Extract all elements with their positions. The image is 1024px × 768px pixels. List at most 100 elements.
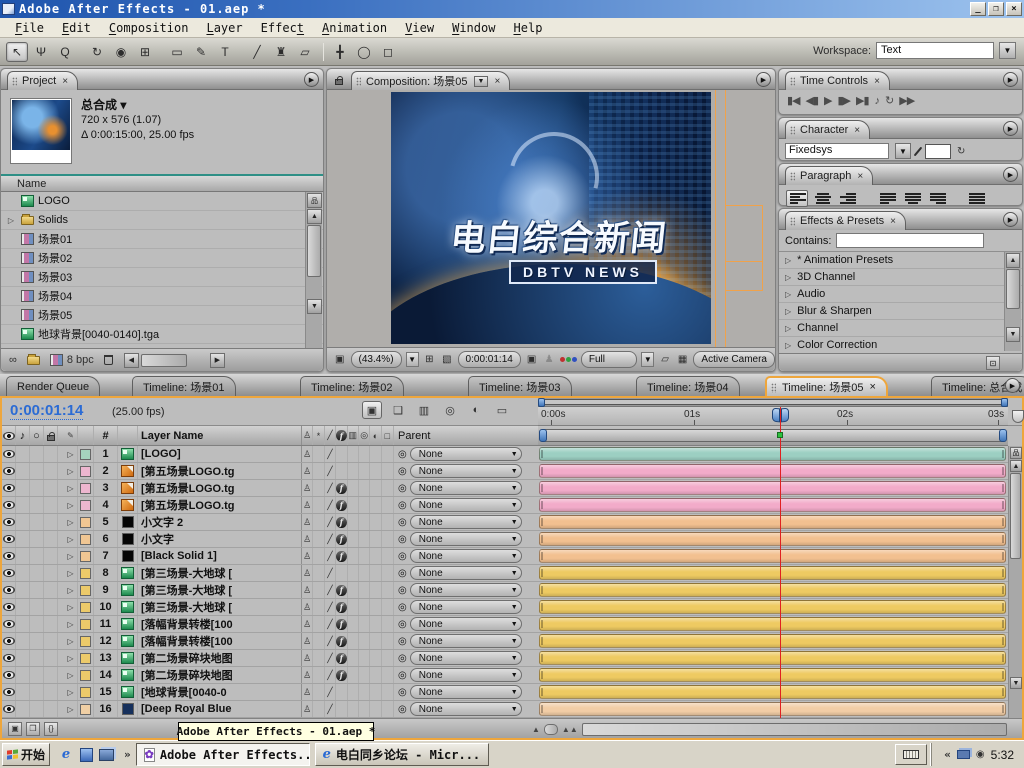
align-left-button[interactable] [786, 190, 808, 207]
layer-duration-bar[interactable] [539, 634, 1006, 648]
current-time-indicator[interactable] [772, 408, 789, 424]
video-toggle-icon[interactable] [2, 650, 16, 666]
expand-triangle-icon[interactable]: ▷ [64, 633, 78, 649]
layer-name-column-header[interactable]: Layer Name [138, 426, 302, 445]
expand-triangle-icon[interactable]: ▷ [64, 684, 78, 700]
layer-label-swatch[interactable] [78, 633, 94, 649]
quicklaunch-mail-icon[interactable] [80, 748, 93, 762]
expand-triangle-icon[interactable]: ▷ [64, 582, 78, 598]
zoom-slider[interactable] [544, 724, 558, 735]
expand-triangle-icon[interactable]: ▷ [64, 531, 78, 547]
justify-last-right-button[interactable] [928, 190, 950, 207]
layer-label-swatch[interactable] [78, 684, 94, 700]
lock-toggle[interactable] [44, 446, 58, 462]
view-dropdown[interactable]: Active Camera [693, 351, 775, 368]
solo-toggle[interactable] [30, 548, 44, 564]
audio-button[interactable]: ♪ [875, 95, 880, 107]
expand-triangle-icon[interactable]: ▷ [64, 480, 78, 496]
lock-toggle[interactable] [44, 667, 58, 683]
zoom-out-icon[interactable]: ▲ [532, 725, 540, 734]
magnification-dropdown[interactable]: (43.4%) [351, 351, 402, 368]
language-bar[interactable] [895, 744, 927, 765]
parent-dropdown[interactable]: None▼ [410, 702, 522, 716]
layer-switches[interactable]: ♙╱ [302, 701, 394, 717]
quality-toggle[interactable]: ╱ [325, 463, 336, 479]
menu-item-help[interactable]: Help [504, 19, 551, 37]
font-dropdown-icon[interactable]: ▼ [895, 143, 911, 159]
expand-triangle-icon[interactable]: ▷ [64, 616, 78, 632]
audio-toggle[interactable] [16, 463, 30, 479]
layer-name[interactable]: 小文字 2 [138, 514, 302, 530]
expand-triangle-icon[interactable]: ▷ [64, 497, 78, 513]
pickwhip-icon[interactable]: ◎ [398, 483, 407, 494]
audio-toggle[interactable] [16, 599, 30, 615]
selection-tool[interactable]: ↖ [6, 42, 28, 62]
layer-name[interactable]: [落幅背景转楼[100 [138, 616, 302, 632]
expand-layer-switches-icon[interactable]: ▣ [8, 722, 22, 736]
pickwhip-icon[interactable]: ◎ [398, 602, 407, 613]
solo-column-icon[interactable]: ○ [30, 426, 44, 445]
expand-triangle-icon[interactable]: ▷ [64, 599, 78, 615]
close-icon[interactable]: × [494, 76, 500, 87]
project-tab[interactable]: Project× [7, 71, 78, 90]
layer-switches[interactable]: ♙╱f [302, 599, 394, 615]
quality-toggle[interactable]: ╱ [325, 497, 336, 513]
layer-row[interactable]: ▷2[第五场景LOGO.tg♙╱◎None▼ [2, 463, 538, 480]
lock-toggle[interactable] [44, 701, 58, 717]
solo-toggle[interactable] [30, 480, 44, 496]
parent-dropdown[interactable]: None▼ [410, 600, 522, 614]
track-xy-tool[interactable]: ◻ [377, 42, 399, 62]
layer-row[interactable]: ▷13[第二场景碎块地图♙╱f◎None▼ [2, 650, 538, 667]
align-center-button[interactable] [812, 190, 834, 207]
parent-dropdown[interactable]: None▼ [410, 617, 522, 631]
parent-dropdown[interactable]: None▼ [410, 481, 522, 495]
layer-track[interactable] [538, 582, 1008, 599]
layer-label-swatch[interactable] [78, 582, 94, 598]
audio-toggle[interactable] [16, 565, 30, 581]
loop-button[interactable]: ↻ [885, 94, 893, 107]
quicklaunch-overflow-chevron[interactable]: » [124, 748, 131, 761]
fill-color-swatch[interactable] [925, 144, 951, 159]
effects-category[interactable]: ▷* Animation Presets [779, 252, 1022, 269]
layer-row[interactable]: ▷8[第三场景-大地球 [♙╱◎None▼ [2, 565, 538, 582]
quality-toggle[interactable]: ╱ [325, 616, 336, 632]
audio-toggle[interactable] [16, 497, 30, 513]
video-toggle-icon[interactable] [2, 497, 16, 513]
time-controls-tab[interactable]: Time Controls× [785, 71, 890, 90]
project-comp-name[interactable]: 总合成 ▾ [81, 98, 194, 113]
solo-toggle[interactable] [30, 463, 44, 479]
shy-toggle[interactable]: ♙ [302, 548, 313, 564]
lock-toggle[interactable] [44, 514, 58, 530]
find-icon[interactable]: ∞ [9, 354, 17, 366]
menu-item-view[interactable]: View [396, 19, 443, 37]
quicklaunch-network-icon[interactable] [99, 749, 114, 761]
layer-track[interactable] [538, 565, 1008, 582]
layer-duration-bar[interactable] [539, 532, 1006, 546]
region-of-interest-icon[interactable]: ▧ [440, 354, 454, 365]
project-item[interactable]: 场景04 [1, 287, 323, 306]
layer-label-swatch[interactable] [78, 701, 94, 717]
character-tab[interactable]: Character× [785, 120, 870, 139]
layer-name[interactable]: [地球背景[0040-0 [138, 684, 302, 700]
lock-toggle[interactable] [44, 480, 58, 496]
panel-menu-icon[interactable]: ▶ [1003, 72, 1018, 87]
taskbar-task-2[interactable]: e电白同乡论坛 - Micr... [315, 743, 489, 766]
project-item[interactable]: ▷Solids [1, 211, 323, 230]
quality-toggle[interactable]: ╱ [325, 633, 336, 649]
layer-label-swatch[interactable] [78, 650, 94, 666]
lock-column-icon[interactable] [44, 426, 58, 445]
video-toggle-icon[interactable] [2, 667, 16, 683]
parent-dropdown[interactable]: None▼ [410, 634, 522, 648]
show-snapshot-icon[interactable]: ♟ [542, 354, 556, 365]
layer-switches[interactable]: ♙╱ [302, 684, 394, 700]
shy-toggle[interactable]: ♙ [302, 446, 313, 462]
timeline-tab-5[interactable]: Timeline: 场景04 [636, 376, 740, 396]
solo-toggle[interactable] [30, 650, 44, 666]
video-toggle-icon[interactable] [2, 701, 16, 717]
quality-toggle[interactable]: ╱ [325, 565, 336, 581]
comp-marker-bin[interactable] [1012, 410, 1024, 423]
audio-toggle[interactable] [16, 514, 30, 530]
layer-track[interactable] [538, 514, 1008, 531]
justify-last-center-button[interactable] [902, 190, 924, 207]
layer-track[interactable] [538, 633, 1008, 650]
